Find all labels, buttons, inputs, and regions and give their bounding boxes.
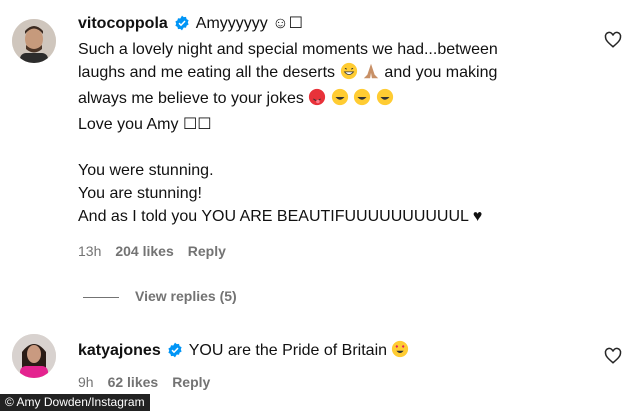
avatar-image <box>12 19 56 63</box>
comment-line: And as I told you YOU ARE BEAUTIFUUUUUUU… <box>78 208 483 225</box>
view-replies-button[interactable]: View replies (5) <box>83 288 237 304</box>
comment-text: YOU are the Pride of Britain <box>188 342 388 359</box>
comment-body: katyajones YOU are the Pride of Britain <box>78 339 598 365</box>
comment-first-line: Amyyyyyy ☺☐ <box>195 15 303 32</box>
username[interactable]: katyajones <box>78 342 161 359</box>
comment-line: You are stunning! <box>78 185 202 202</box>
photo-credit: © Amy Dowden/Instagram <box>0 394 150 411</box>
like-heart-icon[interactable] <box>604 31 622 49</box>
avatar-image <box>12 334 56 378</box>
rofl-emoji-icon <box>331 88 349 113</box>
comment-line: Such a lovely night and special moments … <box>78 41 498 58</box>
comment-meta: 9h 62 likes Reply <box>78 374 210 390</box>
comment-time: 9h <box>78 374 94 390</box>
comment-line: Love you Amy ☐☐ <box>78 116 212 133</box>
heart-eyes-emoji-icon <box>391 340 409 365</box>
likes-count[interactable]: 62 likes <box>108 374 159 390</box>
comment-meta: 13h 204 likes Reply <box>78 243 226 259</box>
comment-line: always me believe to your jokes <box>78 90 304 107</box>
grinning-emoji-icon <box>340 62 358 87</box>
tongue-wink-emoji-icon <box>308 88 326 113</box>
rofl-emoji-icon <box>353 88 371 113</box>
comment-body: vitocoppola Amyyyyyy ☺☐ Such a lovely nig… <box>78 12 598 228</box>
comment-line-suffix: and you making <box>384 64 498 81</box>
comment-line: laughs and me eating all the deserts <box>78 64 336 81</box>
verified-badge-icon <box>174 15 190 38</box>
verified-badge-icon <box>167 342 183 365</box>
view-replies-label[interactable]: View replies (5) <box>135 288 237 304</box>
avatar-katyajones[interactable] <box>12 334 56 378</box>
reply-button[interactable]: Reply <box>172 374 210 390</box>
likes-count[interactable]: 204 likes <box>115 243 173 259</box>
username[interactable]: vitocoppola <box>78 15 168 32</box>
comment-line: You were stunning. <box>78 162 214 179</box>
replies-divider <box>83 296 119 298</box>
reply-button[interactable]: Reply <box>188 243 226 259</box>
praying-hands-emoji-icon <box>362 62 380 87</box>
rofl-emoji-icon <box>376 88 394 113</box>
avatar-vitocoppola[interactable] <box>12 19 56 63</box>
comment-time: 13h <box>78 243 102 259</box>
like-heart-icon[interactable] <box>604 347 622 365</box>
